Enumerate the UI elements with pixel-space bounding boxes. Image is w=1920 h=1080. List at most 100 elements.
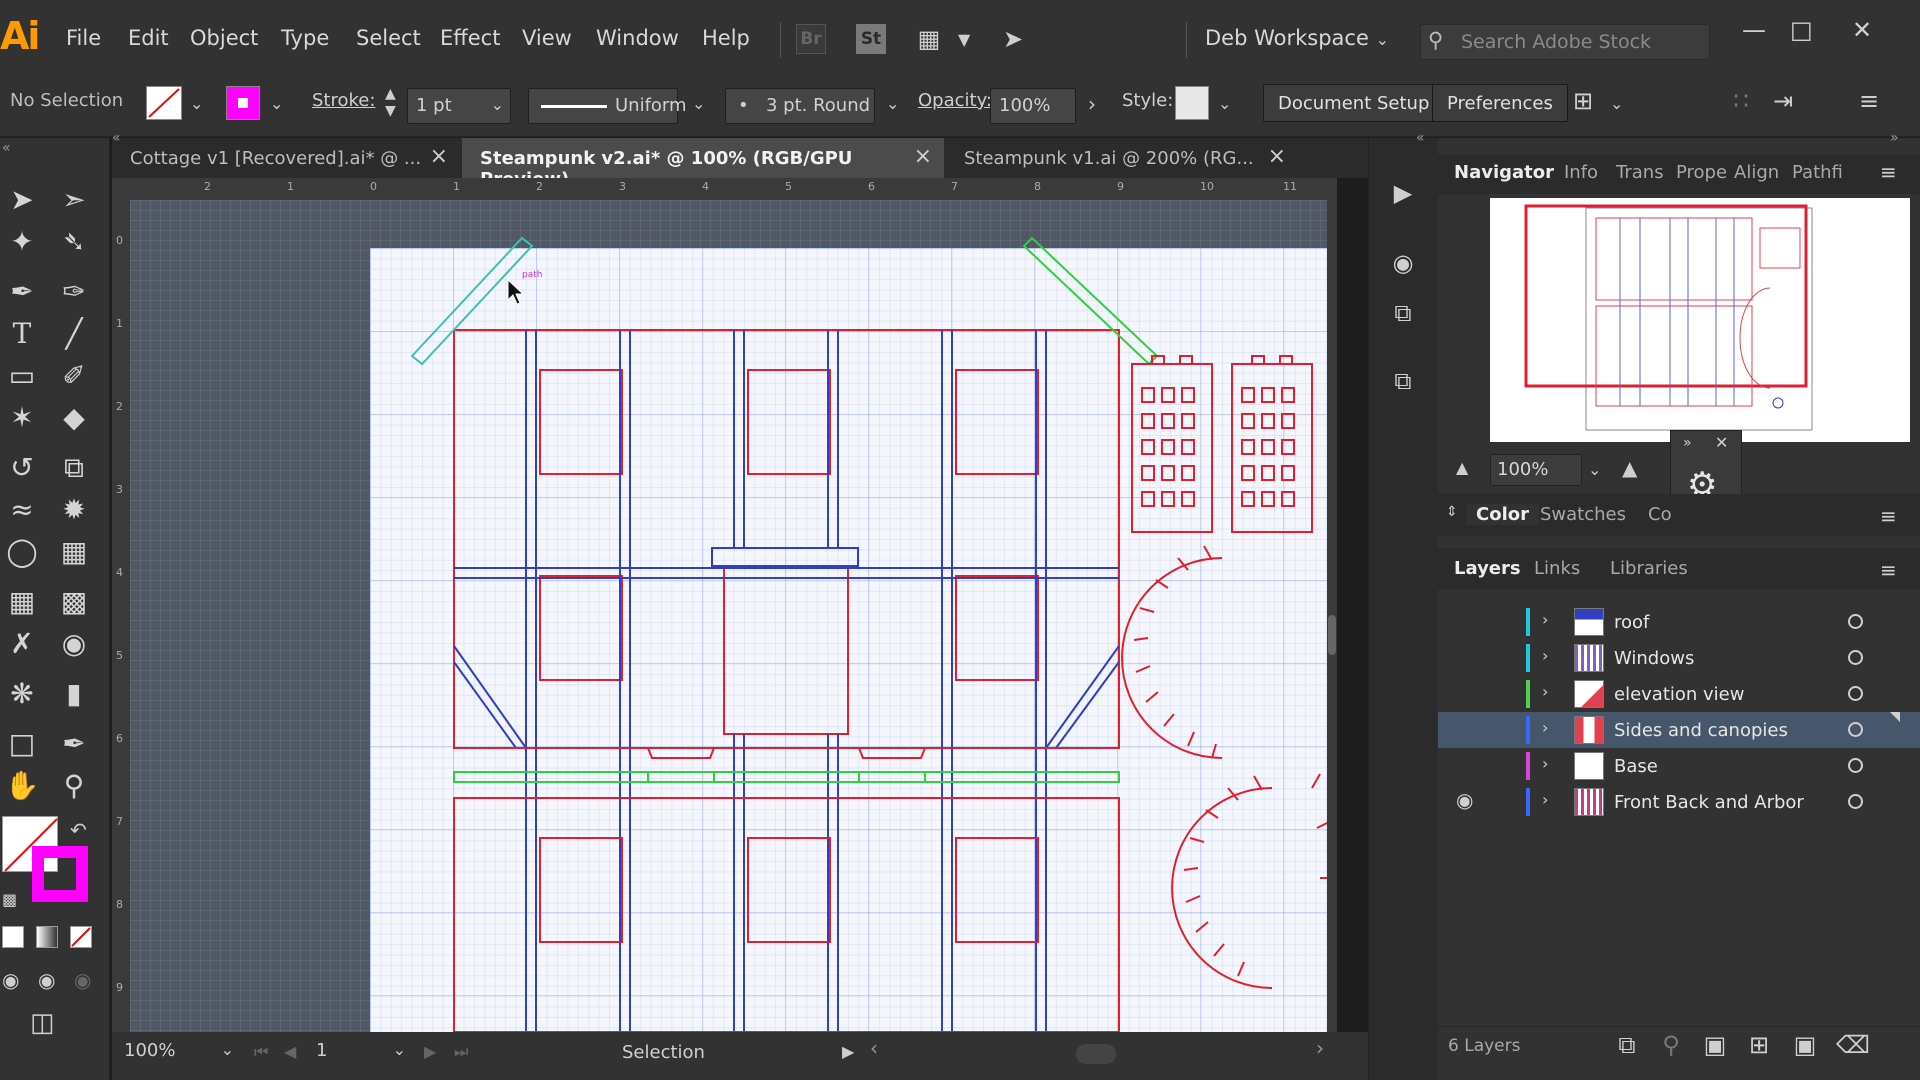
tab-properties[interactable]: Prope [1676, 162, 1727, 183]
layer-target-icon[interactable] [1848, 614, 1863, 629]
draw-normal-icon[interactable]: ◉ [2, 968, 19, 992]
layer-target-icon[interactable] [1848, 758, 1863, 773]
zoom-tool-icon[interactable]: ⚲ [54, 766, 94, 806]
appearance-icon[interactable]: ◉ [1388, 248, 1418, 278]
chevron-right-icon[interactable]: › [1542, 646, 1548, 665]
tab-layers[interactable]: Layers [1454, 558, 1521, 579]
gear-arc[interactable] [1171, 787, 1273, 989]
roof-piece-selected[interactable] [410, 236, 534, 366]
horizontal-scroll-thumb[interactable] [1076, 1044, 1116, 1064]
new-layer-icon[interactable]: ▣ [1790, 1030, 1820, 1060]
tab-color[interactable]: Color [1466, 504, 1539, 525]
tab-align[interactable]: Align [1734, 162, 1779, 183]
document-canvas[interactable]: 2 1 0 1 2 3 4 5 6 7 8 9 10 11 0 1 2 3 4 … [112, 178, 1337, 1032]
vertical-scrollbar[interactable] [1327, 200, 1337, 1032]
swap-colors-icon[interactable]: ↶ [70, 818, 87, 842]
navigator-preview[interactable] [1490, 198, 1910, 442]
chevron-down-icon[interactable]: ⌄ [1610, 94, 1623, 113]
layer-row[interactable]: › Windows [1438, 640, 1920, 676]
panel-menu-icon[interactable]: ≡ [1880, 558, 1897, 582]
asset-export-icon[interactable]: ⧉ [1388, 366, 1418, 396]
zoom-in-icon[interactable]: ▲ [1622, 456, 1637, 480]
workspace-switcher[interactable]: Deb Workspace ⌄ [1205, 26, 1389, 50]
tab-color-guide[interactable]: Co [1648, 504, 1672, 525]
window-frame[interactable] [955, 369, 1039, 475]
selection-tool-icon[interactable]: ➤ [2, 180, 42, 220]
chevron-right-icon[interactable]: › [1542, 754, 1548, 773]
locate-object-icon[interactable]: ⚲ [1656, 1030, 1686, 1060]
layer-target-icon[interactable] [1848, 686, 1863, 701]
window-frame[interactable] [955, 575, 1039, 681]
previous-artboard-icon[interactable]: ◀ [284, 1042, 296, 1061]
direct-selection-tool-icon[interactable]: ➣ [54, 180, 94, 220]
stock-button[interactable]: St [856, 24, 886, 54]
rectangle-tool-icon[interactable]: ▭ [2, 356, 42, 396]
panel-menu-icon[interactable]: ≡ [1880, 504, 1897, 528]
chevron-down-icon[interactable]: ⌄ [886, 94, 899, 113]
preferences-button[interactable]: Preferences [1432, 84, 1568, 122]
chevron-right-icon[interactable]: › [1542, 610, 1548, 629]
eye-icon[interactable]: ◉ [1456, 788, 1473, 812]
zoom-out-icon[interactable]: ▲ [1456, 458, 1468, 477]
tab-navigator[interactable]: Navigator [1454, 162, 1554, 183]
window-panes[interactable] [1241, 387, 1295, 507]
puppet-warp-tool-icon[interactable]: ✹ [54, 490, 94, 530]
screen-mode-icon[interactable]: ◫ [30, 1008, 55, 1038]
scale-tool-icon[interactable]: ⧉ [54, 448, 94, 488]
lower-posts[interactable] [733, 734, 839, 1032]
gradient-mode-icon[interactable] [36, 926, 58, 948]
chevron-down-icon[interactable]: ▼ [958, 30, 970, 49]
tab-steampunk-v2[interactable]: Steampunk v2.ai* @ 100% (RGB/GPU Preview… [462, 138, 944, 190]
chevron-right-icon[interactable]: › [1542, 790, 1548, 809]
layer-target-icon[interactable] [1848, 794, 1863, 809]
stroke-stepper-icon[interactable]: ▲ ▼ [385, 86, 396, 120]
rotate-tool-icon[interactable]: ↺ [2, 448, 42, 488]
paintbrush-tool-icon[interactable]: ✐ [54, 356, 94, 396]
opacity-field[interactable]: 100% [990, 88, 1076, 124]
layer-target-icon[interactable] [1848, 650, 1863, 665]
chevron-down-icon[interactable]: ⌄ [270, 94, 283, 113]
variable-width-profile[interactable]: Uniform [528, 88, 687, 124]
expand-icon[interactable]: » [1683, 435, 1692, 451]
last-artboard-icon[interactable]: ⏭ [454, 1042, 468, 1062]
chevron-down-icon[interactable]: ⌄ [1218, 94, 1231, 113]
isolate-icon[interactable]: ∷ [1726, 86, 1756, 116]
arrange-documents-icon[interactable]: ▦ [914, 24, 944, 54]
align-to-icon[interactable]: ⊞ [1568, 86, 1598, 116]
chevron-down-icon[interactable]: ⌄ [692, 94, 705, 113]
close-icon[interactable]: ✕ [1852, 16, 1872, 44]
draw-inside-icon[interactable]: ◉ [74, 968, 91, 992]
export-icon[interactable]: ⧉ [1612, 1030, 1642, 1060]
column-graph-tool-icon[interactable]: ▮ [54, 674, 94, 714]
gradient-tool-icon[interactable]: ▩ [54, 582, 94, 622]
brush-definition[interactable]: • 3 pt. Round [725, 88, 875, 124]
door-frame[interactable] [723, 565, 849, 735]
collapse-panels-icon[interactable]: » [1890, 130, 1899, 146]
close-icon[interactable]: ✕ [1715, 433, 1728, 452]
panel-notches[interactable] [1151, 355, 1293, 364]
clipping-mask-icon[interactable]: ▣ [1700, 1030, 1730, 1060]
window-frame[interactable] [539, 575, 623, 681]
chevron-right-icon[interactable]: › [1542, 682, 1548, 701]
first-artboard-icon[interactable]: ⏮ [254, 1042, 268, 1062]
panel-menu-icon[interactable]: ≡ [1854, 86, 1884, 116]
scroll-right-icon[interactable]: › [1316, 1036, 1324, 1060]
window-frame[interactable] [955, 837, 1039, 943]
window-frame[interactable] [539, 369, 623, 475]
bridge-button[interactable]: Br [796, 24, 826, 54]
layer-target-icon[interactable] [1848, 722, 1863, 737]
blend-tool-icon[interactable]: ◉ [54, 624, 94, 664]
opacity-label[interactable]: Opacity: [918, 90, 992, 111]
artboard-field[interactable]: 1 ⌄ [316, 1040, 406, 1070]
chevron-down-icon[interactable]: ⌄ [1588, 460, 1601, 479]
tab-swatches[interactable]: Swatches [1540, 504, 1626, 525]
menu-view[interactable]: View [522, 26, 572, 50]
gear-teeth[interactable] [1183, 775, 1263, 977]
door-lintel[interactable] [711, 547, 859, 567]
shaper-tool-icon[interactable]: ✶ [2, 398, 42, 438]
stroke-color-box[interactable] [32, 846, 88, 902]
menu-help[interactable]: Help [702, 26, 750, 50]
layer-name[interactable]: Base [1614, 756, 1658, 777]
layer-name[interactable]: roof [1614, 612, 1649, 633]
scroll-thumb[interactable] [1328, 615, 1336, 655]
